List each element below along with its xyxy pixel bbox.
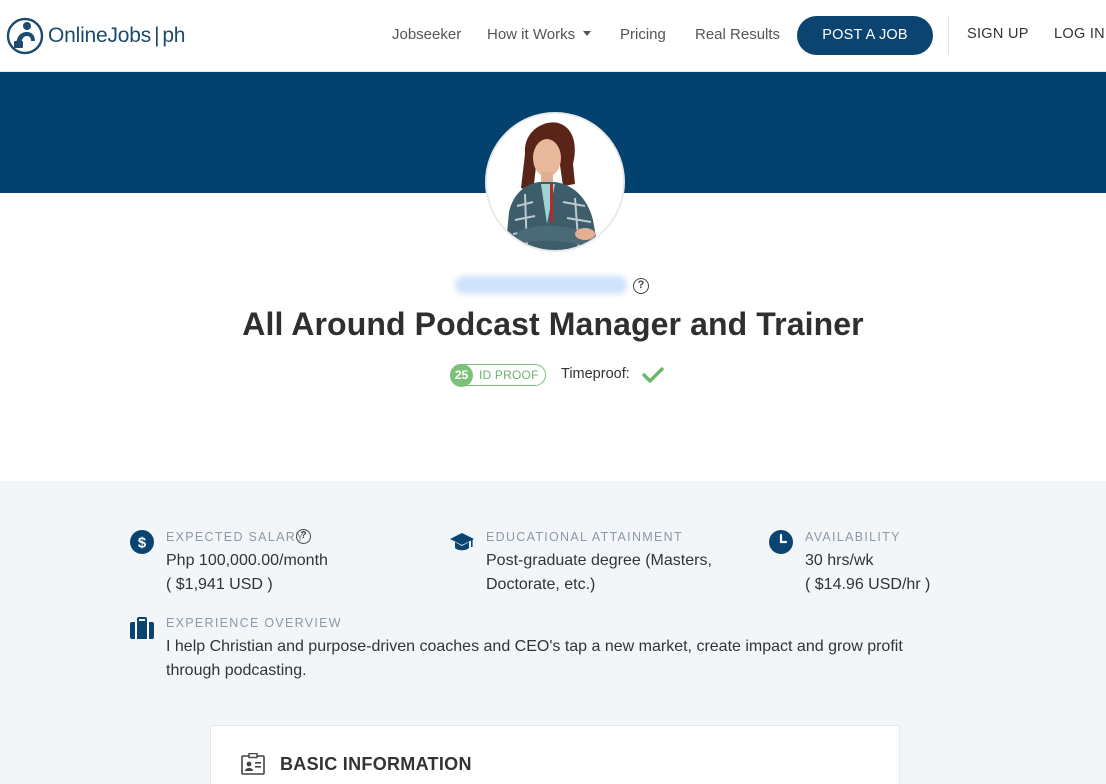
nav-how-it-works[interactable]: How it Works	[487, 26, 592, 43]
experience-line-1: I help Christian and purpose-driven coac…	[166, 638, 903, 655]
page-title: All Around Podcast Manager and Trainer	[242, 306, 864, 342]
expected-salary-usd: ( $1,941 USD )	[166, 576, 273, 593]
nav-real-results[interactable]: Real Results	[695, 26, 780, 43]
site-logo[interactable]: OnlineJobs | ph	[6, 14, 185, 58]
nav-divider	[948, 16, 949, 54]
expected-salary-monthly: Php 100,000.00/month	[166, 552, 328, 569]
question-circle-icon[interactable]: ?	[633, 278, 649, 294]
id-proof-score: 25	[450, 364, 473, 387]
profile-avatar	[485, 112, 625, 252]
dollar-icon: $	[130, 530, 154, 554]
logo-wordmark: OnlineJobs | ph	[48, 24, 186, 47]
nav-pricing[interactable]: Pricing	[620, 26, 666, 43]
caret-down-icon	[583, 30, 592, 36]
nav-how-it-works-label: How it Works	[487, 26, 576, 43]
check-icon	[642, 367, 664, 383]
expected-salary-value: Php 100,000.00/month ( $1,941 USD )	[166, 549, 328, 597]
nav-jobseeker[interactable]: Jobseeker	[392, 26, 461, 43]
briefcase-icon	[130, 617, 154, 639]
post-a-job-button[interactable]: POST A JOB	[797, 16, 933, 55]
experience-label: EXPERIENCE OVERVIEW	[166, 616, 342, 630]
education-line-1: Post-graduate degree (Masters,	[486, 552, 712, 569]
id-proof-label: ID PROOF	[479, 368, 539, 382]
id-proof-badge[interactable]: 25 ID PROOF	[450, 364, 546, 387]
availability-rate: ( $14.96 USD/hr )	[805, 576, 931, 593]
logo-text-left: OnlineJobs	[48, 24, 152, 47]
graduation-cap-icon	[450, 533, 474, 551]
basic-information-title: BASIC INFORMATION	[280, 754, 472, 774]
logo-text-right: ph	[162, 24, 186, 47]
expected-salary-label-text: EXPECTED SALARY	[166, 530, 306, 544]
education-line-2: Doctorate, etc.)	[486, 576, 596, 593]
education-label: EDUCATIONAL ATTAINMENT	[486, 530, 683, 544]
avatar-image	[487, 114, 623, 250]
basic-information-card: BASIC INFORMATION	[210, 725, 900, 784]
redacted-name	[455, 276, 627, 294]
id-card-icon	[241, 753, 265, 775]
expected-salary-label: EXPECTED SALARY	[166, 530, 305, 544]
timeproof-label: Timeproof:	[561, 366, 630, 382]
experience-value: I help Christian and purpose-driven coac…	[166, 635, 903, 683]
education-value: Post-graduate degree (Masters, Doctorate…	[486, 549, 712, 597]
availability-hours: 30 hrs/wk	[805, 552, 874, 569]
svg-text:$: $	[138, 535, 147, 552]
availability-value: 30 hrs/wk ( $14.96 USD/hr )	[805, 549, 930, 597]
top-navbar: OnlineJobs | ph Jobseeker How it Works Pri…	[0, 0, 1106, 72]
question-circle-icon[interactable]: ?	[296, 529, 311, 544]
sign-up-link[interactable]: SIGN UP	[967, 26, 1029, 42]
experience-line-2: through podcasting.	[166, 662, 307, 679]
figure-logo-icon	[6, 17, 44, 55]
availability-label: AVAILABILITY	[805, 530, 901, 544]
clock-icon	[769, 530, 793, 554]
log-in-link[interactable]: LOG IN	[1054, 26, 1105, 42]
